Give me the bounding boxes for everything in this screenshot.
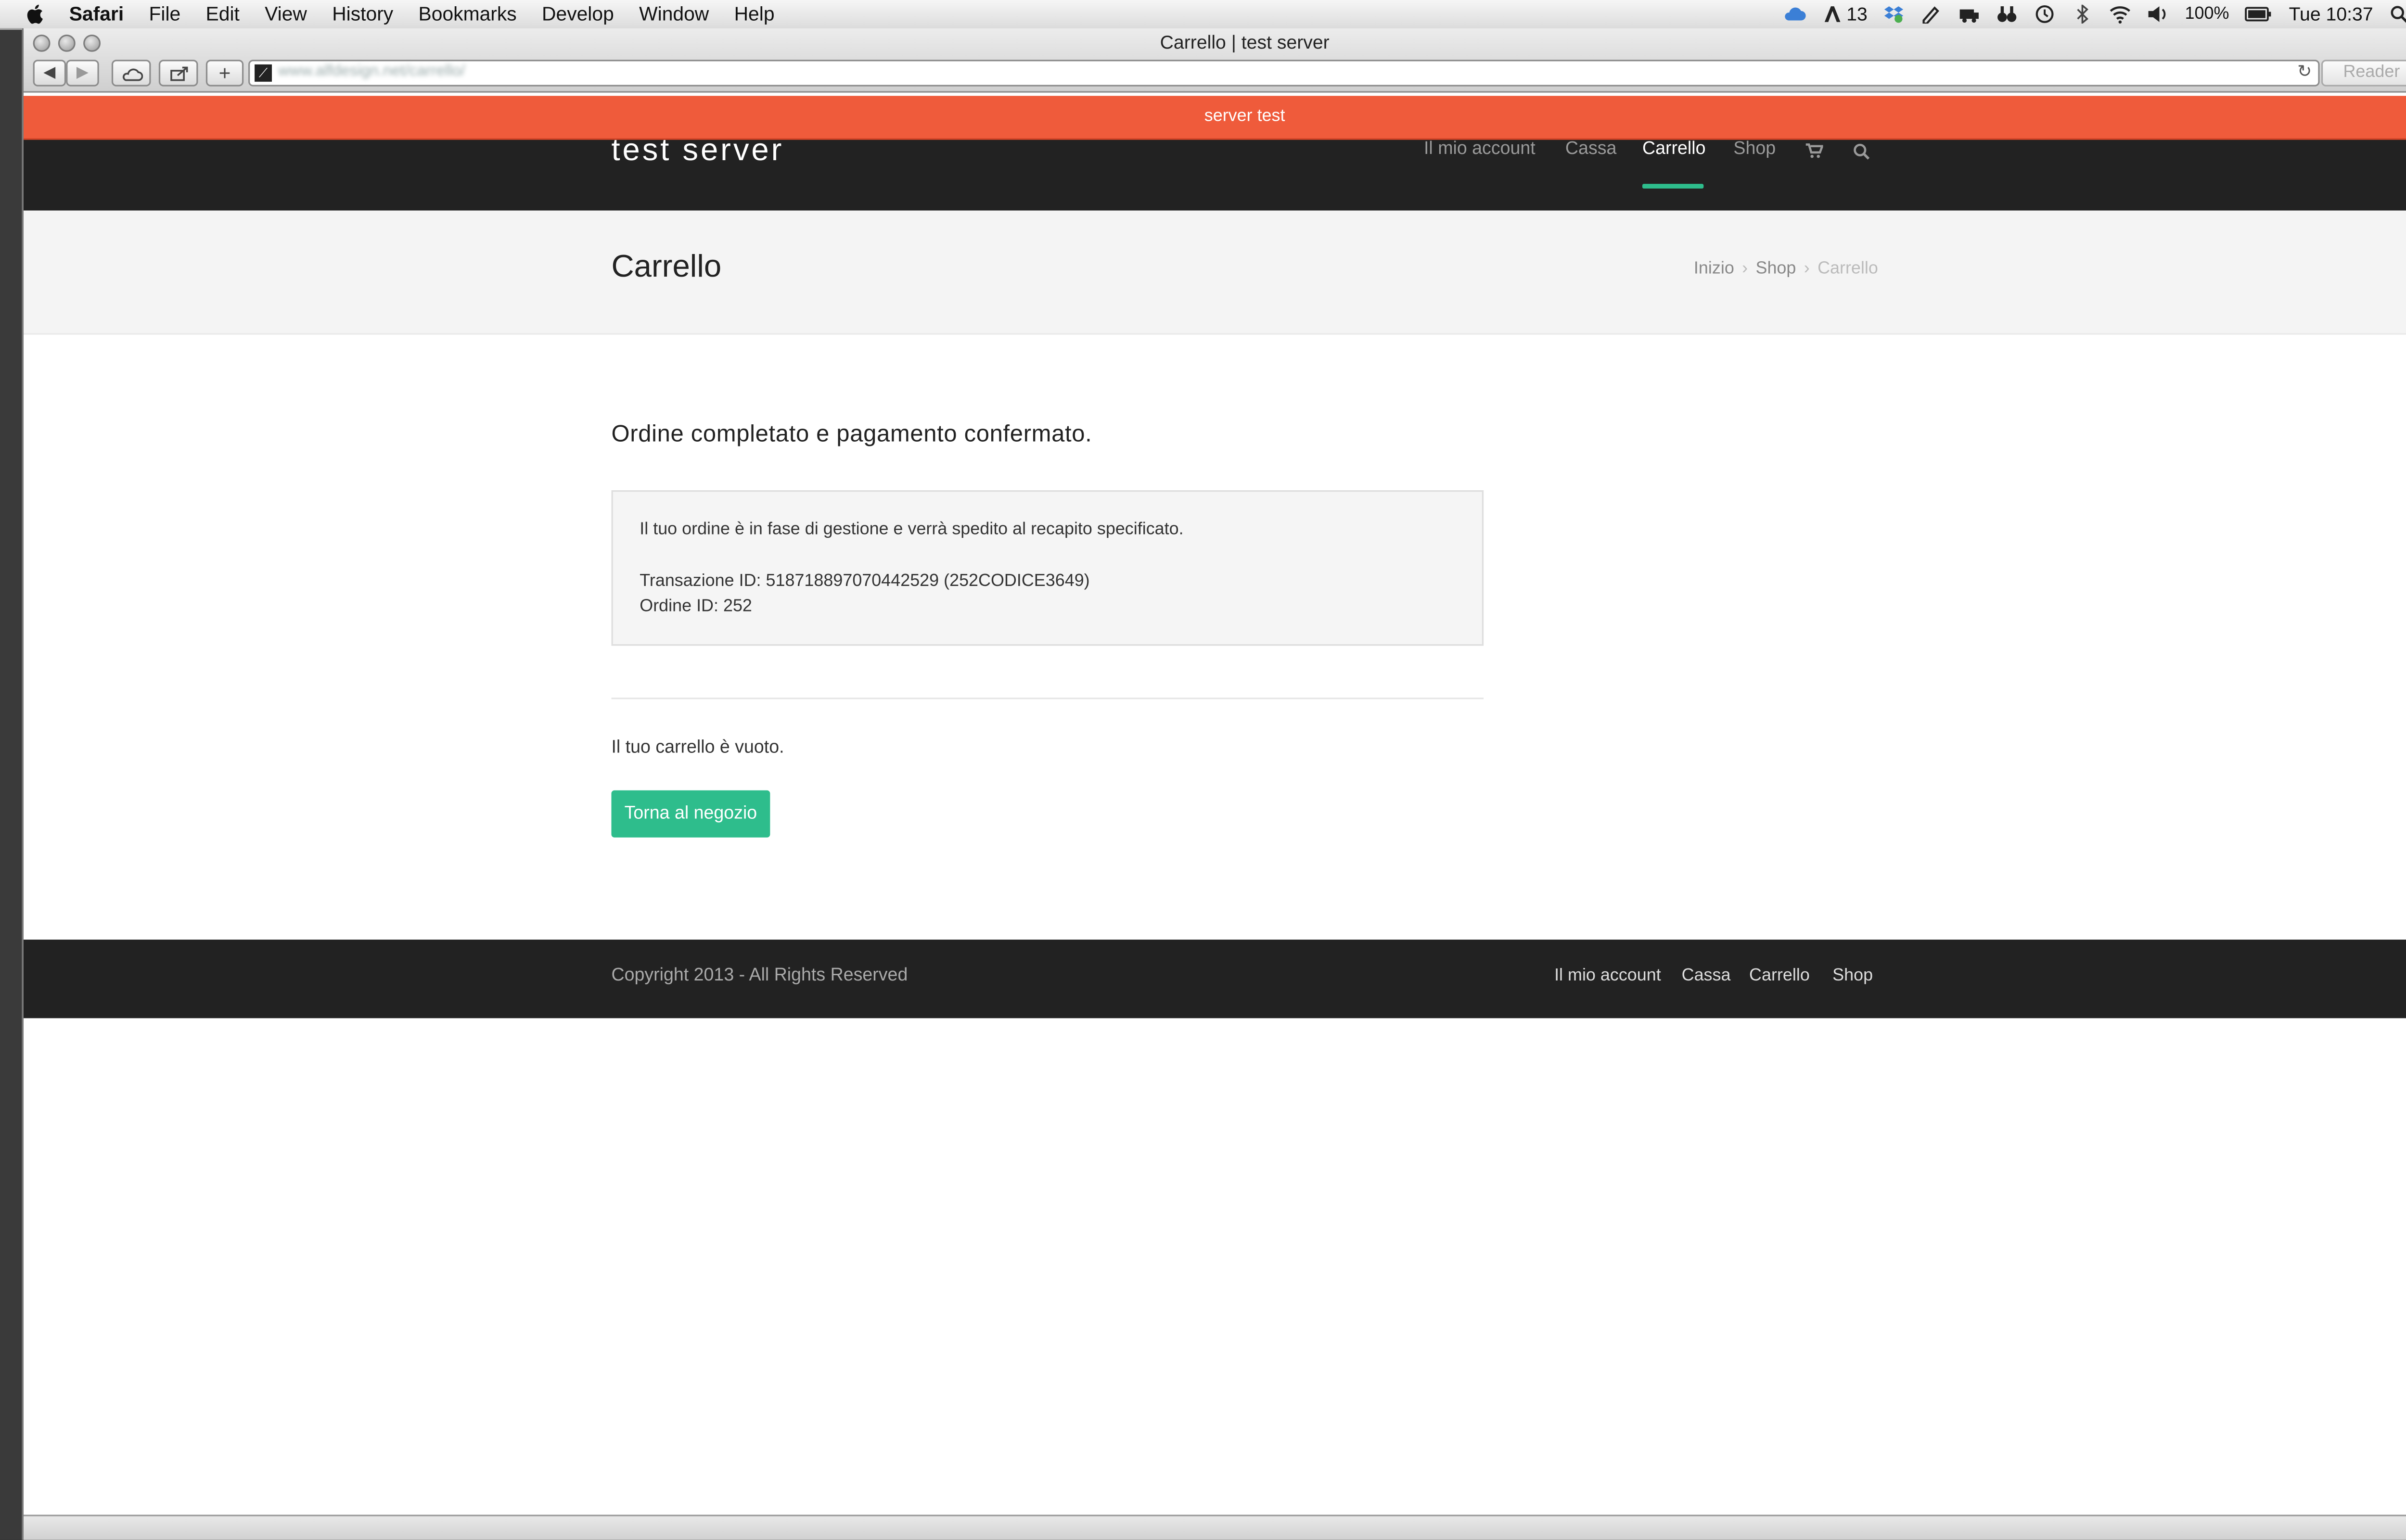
nav-cassa[interactable]: Cassa	[1565, 140, 1617, 159]
footer-link-account[interactable]: Il mio account	[1554, 967, 1661, 985]
transaction-id: Transazione ID: 518718897070442529 (252C…	[640, 572, 1090, 591]
bluetooth-icon[interactable]	[2072, 4, 2094, 24]
pen-tool-icon[interactable]	[1921, 5, 1943, 24]
adobe-icon	[1824, 6, 1841, 22]
reload-icon[interactable]: ↻	[2297, 61, 2312, 82]
site-favicon-icon: ⟋	[255, 64, 272, 82]
adobe-notifications[interactable]: 13	[1821, 3, 1868, 25]
menu-view[interactable]: View	[265, 3, 307, 25]
divider	[611, 698, 1484, 700]
window-status-bar	[23, 1515, 2406, 1540]
window-title: Carrello | test server	[1160, 31, 1330, 54]
battery-percent: 100%	[2185, 4, 2229, 24]
forward-button[interactable]: ▶	[66, 60, 99, 87]
back-button[interactable]: ◀	[33, 60, 66, 87]
cloud-icon	[122, 67, 142, 80]
nav-account[interactable]: Il mio account	[1424, 140, 1536, 159]
reader-button[interactable]: Reader	[2321, 60, 2406, 87]
breadcrumb-current: Carrello	[1817, 259, 1878, 279]
notifications-count: 13	[1846, 3, 1868, 25]
nav-shop[interactable]: Shop	[1733, 140, 1776, 159]
icloud-tabs-button[interactable]	[111, 60, 151, 87]
order-id: Ordine ID: 252	[640, 597, 752, 616]
binoculars-icon[interactable]	[1996, 5, 2019, 24]
order-confirmation-heading: Ordine completato e pagamento confermato…	[611, 421, 1092, 448]
address-bar[interactable]: ⟋ www.alfdesign.net/carrello/ ↻	[248, 60, 2320, 87]
order-status-message: Il tuo ordine è in fase di gestione e ve…	[640, 520, 1184, 539]
time-machine-icon[interactable]	[2034, 5, 2056, 24]
breadcrumb: Inizio › Shop › Carrello	[1694, 259, 1878, 278]
empty-cart-message: Il tuo carrello è vuoto.	[611, 738, 784, 758]
menu-history[interactable]: History	[332, 3, 393, 25]
breadcrumb-home[interactable]: Inizio	[1694, 259, 1734, 278]
page-title: Carrello	[611, 250, 722, 285]
share-button[interactable]	[158, 60, 198, 87]
menu-app-name[interactable]: Safari	[69, 3, 124, 25]
footer-link-shop[interactable]: Shop	[1832, 967, 1873, 985]
page-title-band: Carrello Inizio › Shop › Carrello	[23, 210, 2406, 335]
footer-link-cassa[interactable]: Cassa	[1682, 967, 1731, 985]
menu-bookmarks[interactable]: Bookmarks	[419, 3, 517, 25]
transmit-icon[interactable]	[1958, 5, 1981, 24]
nav-carrello[interactable]: Carrello	[1642, 140, 1706, 159]
plus-icon: +	[218, 61, 231, 85]
window-toolbar: Carrello | test server ⤢ ◀ ▶ + ⟋ www.alf…	[23, 28, 2406, 93]
site-header: test server Il mio account Cassa Carrell…	[23, 134, 2406, 211]
server-notice-bar: server test	[23, 96, 2406, 141]
macos-menubar: Safari File Edit View History Bookmarks …	[0, 0, 2406, 30]
share-icon	[169, 66, 187, 80]
site-logo[interactable]: test server	[611, 134, 784, 170]
new-tab-button[interactable]: +	[205, 60, 244, 87]
volume-icon[interactable]	[2147, 5, 2169, 24]
site-footer: Copyright 2013 - All Rights Reserved Il …	[23, 940, 2406, 1018]
url-text[interactable]: www.alfdesign.net/carrello/	[278, 63, 465, 80]
back-arrow-icon: ◀	[43, 64, 56, 82]
search-icon[interactable]	[1853, 143, 1870, 160]
spotlight-search-icon[interactable]	[2389, 5, 2406, 24]
menu-develop[interactable]: Develop	[542, 3, 614, 25]
breadcrumb-shop[interactable]: Shop	[1755, 259, 1796, 278]
menu-help[interactable]: Help	[734, 3, 775, 25]
breadcrumb-separator-icon: ›	[1742, 259, 1748, 279]
menu-file[interactable]: File	[149, 3, 180, 25]
menu-window[interactable]: Window	[639, 3, 709, 25]
wifi-icon[interactable]	[2110, 5, 2132, 24]
cart-icon[interactable]	[1805, 143, 1823, 159]
safari-window: Carrello | test server ⤢ ◀ ▶ + ⟋ www.alf…	[22, 28, 2406, 1540]
active-nav-indicator	[1642, 184, 1704, 189]
battery-icon[interactable]	[2245, 5, 2273, 24]
dropbox-sync-icon[interactable]	[1883, 5, 1905, 24]
menu-edit[interactable]: Edit	[206, 3, 240, 25]
cloud-app-icon[interactable]	[1784, 5, 1806, 24]
footer-link-carrello[interactable]: Carrello	[1749, 967, 1810, 985]
menubar-clock[interactable]: Tue 10:37	[2289, 3, 2373, 25]
apple-menu-icon[interactable]	[25, 3, 47, 25]
forward-arrow-icon: ▶	[76, 64, 89, 82]
copyright-text: Copyright 2013 - All Rights Reserved	[611, 966, 908, 985]
return-to-shop-button[interactable]: Torna al negozio	[611, 790, 770, 838]
breadcrumb-separator-icon: ›	[1804, 259, 1810, 279]
web-page: server test test server Il mio account C…	[23, 92, 2406, 1540]
order-info-box: Il tuo ordine è in fase di gestione e ve…	[611, 490, 1484, 646]
